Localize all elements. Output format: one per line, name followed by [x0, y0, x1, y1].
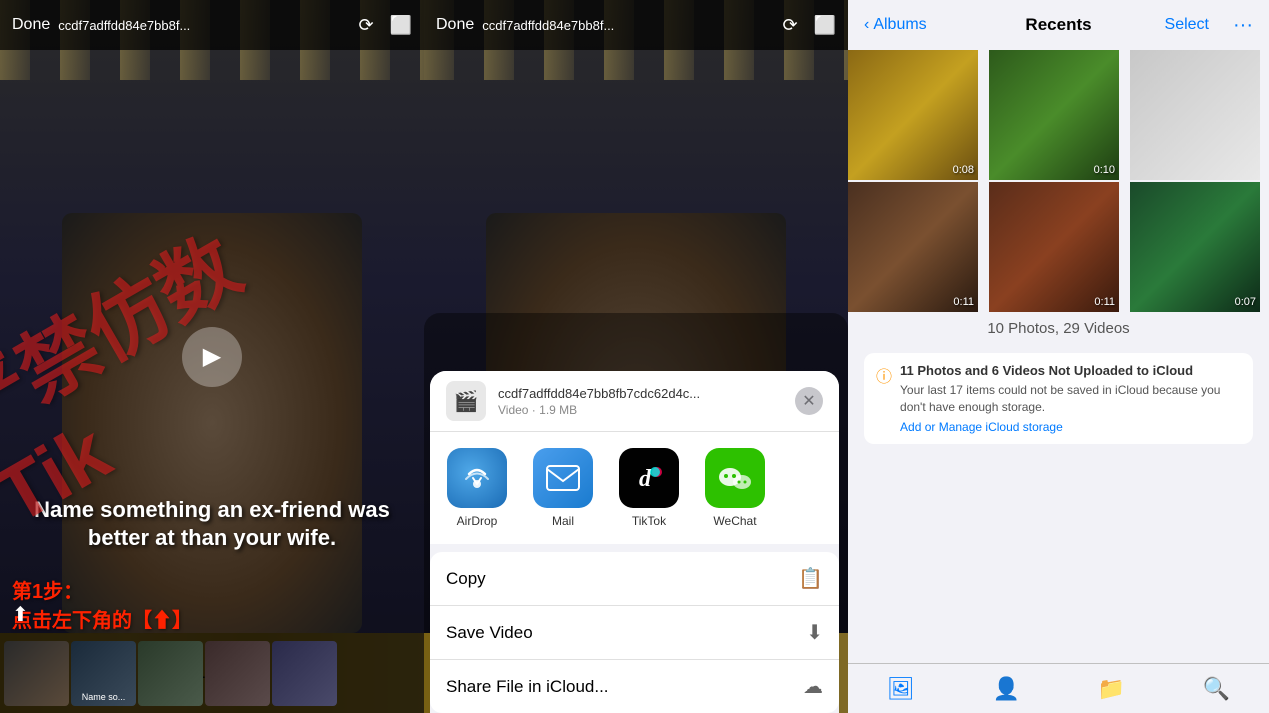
thumb-4[interactable]	[205, 641, 270, 706]
file-icon: 🎬	[446, 381, 486, 421]
thumb-inner-3	[138, 641, 203, 706]
wechat-label: WeChat	[713, 514, 756, 528]
share-app-airdrop[interactable]: AirDrop	[442, 448, 512, 528]
photos-page-title: Recents	[1025, 15, 1091, 35]
photos-bottom-bar: 🖼 👤 📁 🔍	[848, 663, 1269, 713]
mail-icon	[533, 448, 593, 508]
icloud-warning: ⓘ 11 Photos and 6 Videos Not Uploaded to…	[864, 353, 1253, 444]
file-details: ccdf7adffdd84e7bb8fb7cdc62d4c... Video ·…	[498, 386, 783, 417]
done-button-left[interactable]: Done	[12, 16, 50, 34]
file-name-mid: ccdf7adffdd84e7bb8f...	[482, 18, 766, 33]
photos-count: 10 Photos, 29 Videos	[848, 312, 1269, 345]
share-file-name: ccdf7adffdd84e7bb8fb7cdc62d4c...	[498, 386, 778, 401]
photo-duration-1: 0:08	[953, 164, 974, 176]
mid-top-bar: Done ccdf7adffdd84e7bb8f... ⟳ ⬜	[424, 0, 848, 50]
step1-line2: 点击左下角的【⬆】	[12, 610, 192, 632]
share-icon-left[interactable]: ⬆	[12, 602, 29, 627]
close-share-button[interactable]: ✕	[795, 387, 823, 415]
chevron-left-icon: ‹	[864, 16, 869, 34]
photos-select-button[interactable]: Select	[1165, 16, 1209, 34]
share-app-tiktok[interactable]: d TikTok	[614, 448, 684, 528]
albums-tab-icon[interactable]: 📁	[1098, 676, 1125, 702]
photos-grid-row2: 0:11 0:11 0:07	[848, 182, 1269, 312]
search-tab-icon[interactable]: 🔍	[1203, 676, 1230, 702]
photo-duration-6: 0:07	[1235, 296, 1256, 308]
save-video-label: Save Video	[446, 623, 806, 643]
icloud-warning-content: 11 Photos and 6 Videos Not Uploaded to i…	[900, 363, 1241, 434]
warning-icon: ⓘ	[876, 363, 892, 387]
save-video-action[interactable]: Save Video ⬇	[430, 606, 839, 660]
thumb-text-2: Name so...	[82, 692, 126, 702]
video-text-left: Name something an ex-friend was better a…	[20, 496, 404, 553]
file-name-left: ccdf7adffdd84e7bb8f...	[58, 18, 342, 33]
share-app-wechat[interactable]: WeChat	[700, 448, 770, 528]
crop-icon-left[interactable]: ⬜	[390, 15, 412, 36]
video-person-left	[62, 213, 362, 633]
share-apps-row: AirDrop Mail d TikTok	[430, 432, 839, 544]
for-you-tab-icon[interactable]: 👤	[992, 676, 1019, 702]
mail-label: Mail	[552, 514, 574, 528]
copy-icon: 📋	[798, 566, 823, 591]
share-file-type: Video · 1.9 MB	[498, 403, 783, 417]
wechat-icon	[705, 448, 765, 508]
tiktok-label: TikTok	[632, 514, 666, 528]
bottom-thumbnails-left: Name so...	[0, 633, 424, 713]
thumb-inner-4	[205, 641, 270, 706]
icloud-warning-title: ⓘ 11 Photos and 6 Videos Not Uploaded to…	[876, 363, 1241, 434]
photo-cell-5[interactable]: 0:11	[989, 182, 1119, 312]
thumb-5[interactable]	[272, 641, 337, 706]
photo-cell-3[interactable]	[1130, 50, 1260, 180]
thumb-inner-1	[4, 641, 69, 706]
share-icloud-action[interactable]: Share File in iCloud... ☁	[430, 660, 839, 713]
icloud-warning-header: 11 Photos and 6 Videos Not Uploaded to i…	[900, 363, 1241, 378]
share-icloud-icon: ☁	[803, 674, 823, 699]
copy-action[interactable]: Copy 📋	[430, 552, 839, 606]
thumb-2[interactable]: Name so...	[71, 641, 136, 706]
step1-line1: 第1步：	[12, 581, 83, 603]
photos-back-button[interactable]: ‹ Albums	[864, 16, 927, 34]
save-video-icon: ⬇	[806, 620, 823, 645]
photo-duration-4: 0:11	[953, 296, 974, 308]
airdrop-label: AirDrop	[457, 514, 498, 528]
right-photos-panel: ‹ Albums Recents Select ··· 0:08 0:10 0:…	[848, 0, 1269, 713]
photos-header: ‹ Albums Recents Select ···	[848, 0, 1269, 50]
photo-cell-1[interactable]: 0:08	[848, 50, 978, 180]
rotate-icon-mid[interactable]: ⟳	[782, 15, 797, 36]
icloud-manage-link[interactable]: Add or Manage iCloud storage	[900, 420, 1241, 434]
thumb-1[interactable]	[4, 641, 69, 706]
photos-more-button[interactable]: ···	[1233, 14, 1253, 37]
step1-label: 第1步： 点击左下角的【⬆】	[12, 575, 192, 633]
photo-cell-2[interactable]: 0:10	[989, 50, 1119, 180]
icloud-warning-body: Your last 17 items could not be saved in…	[900, 382, 1241, 416]
photos-tab-icon[interactable]: 🖼	[887, 676, 915, 702]
photo-cell-4[interactable]: 0:11	[848, 182, 978, 312]
photo-duration-5: 0:11	[1094, 296, 1115, 308]
airdrop-icon	[447, 448, 507, 508]
copy-label: Copy	[446, 569, 798, 589]
albums-label: Albums	[873, 16, 926, 34]
crop-icon-mid[interactable]: ⬜	[814, 15, 836, 36]
share-app-mail[interactable]: Mail	[528, 448, 598, 528]
share-sheet: 🎬 ccdf7adffdd84e7bb8fb7cdc62d4c... Video…	[430, 371, 839, 713]
share-file-info: 🎬 ccdf7adffdd84e7bb8fb7cdc62d4c... Video…	[430, 371, 839, 432]
rotate-icon-left[interactable]: ⟳	[358, 15, 373, 36]
svg-text:d: d	[639, 466, 652, 492]
left-top-bar: Done ccdf7adffdd84e7bb8f... ⟳ ⬜	[0, 0, 424, 50]
done-button-mid[interactable]: Done	[436, 16, 474, 34]
share-actions: Copy 📋 Save Video ⬇ Share File in iCloud…	[430, 552, 839, 713]
share-icloud-label: Share File in iCloud...	[446, 677, 803, 697]
photo-duration-2: 0:10	[1094, 164, 1115, 176]
play-button-left[interactable]: ▶	[182, 327, 242, 387]
thumb-inner-5	[272, 641, 337, 706]
photo-cell-6[interactable]: 0:07	[1130, 182, 1260, 312]
photos-grid-row1: 0:08 0:10	[848, 50, 1269, 180]
thumb-3[interactable]	[138, 641, 203, 706]
tiktok-icon: d	[619, 448, 679, 508]
